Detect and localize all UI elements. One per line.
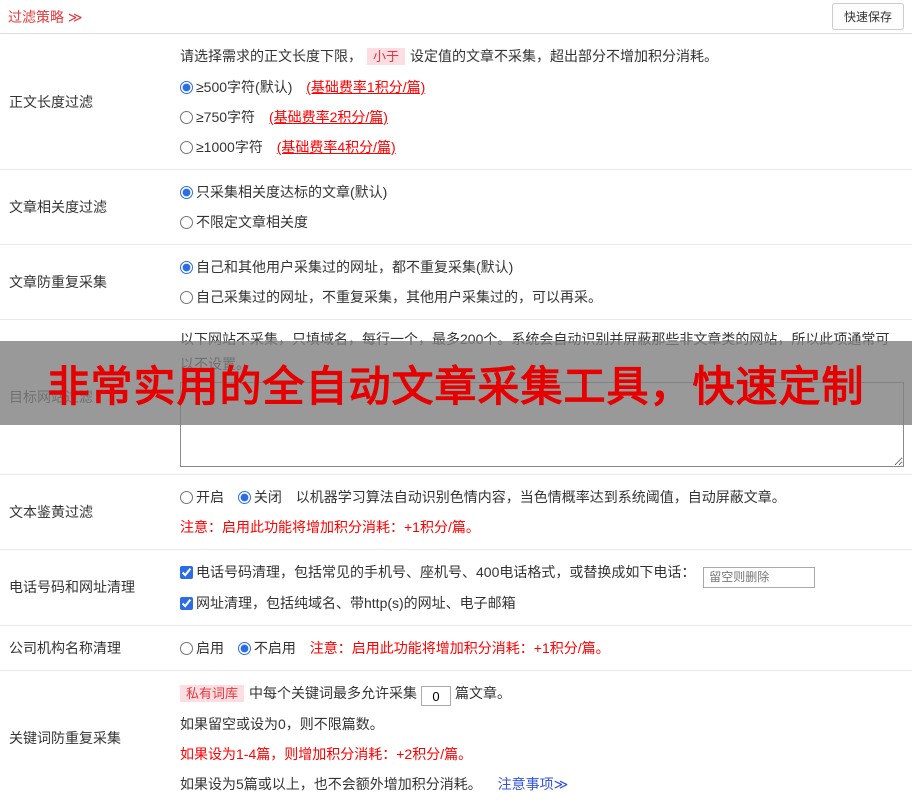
porn-filter-warning: 注意：启用此功能将增加积分消耗：+1积分/篇。 <box>180 519 480 535</box>
watermark-text: 非常实用的全自动文章采集工具，快速定制 <box>47 362 865 410</box>
url-clean-label: 网址清理，包括纯域名、带http(s)的网址、电子邮箱 <box>196 594 516 611</box>
less-than-highlight: 小于 <box>367 48 406 65</box>
relevance-option-match-label: 只采集相关度达标的文章(默认) <box>196 184 388 200</box>
notes-link[interactable]: 注意事项≫ <box>498 776 569 792</box>
page-title-text: 过滤策略 <box>8 8 64 25</box>
dedup-option-self-label: 自己采集过的网址，不重复采集，其他用户采集过的，可以再采。 <box>196 289 602 305</box>
dedup-radio-self[interactable] <box>180 291 193 304</box>
section-label-length: 正文长度过滤 <box>9 93 93 110</box>
porn-filter-description: 以机器学习算法自动识别色情内容，当色情概率达到系统阈值，自动屏蔽文章。 <box>295 489 786 505</box>
company-option-on-label: 启用 <box>196 639 224 656</box>
keyword-limit-input[interactable] <box>421 686 452 706</box>
dedup-content: 自己和其他用户采集过的网址，都不重复采集(默认) 自己采集过的网址，不重复采集，… <box>175 245 912 319</box>
length-option-1000-fee-note: (基础费率4积分/篇) <box>276 139 396 155</box>
relevance-filter-content: 只采集相关度达标的文章(默认) 不限定文章相关度 <box>175 170 912 244</box>
porn-radio-off[interactable] <box>237 491 251 504</box>
keyword-note-zero: 如果留空或设为0，则不限篇数。 <box>180 715 384 732</box>
keyword-note-5plus: 如果设为5篇或以上，也不会额外增加积分消耗。 <box>180 775 482 792</box>
company-option-off[interactable]: 不启用 <box>237 633 296 663</box>
section-label-porn: 文本鉴黄过滤 <box>9 504 93 520</box>
phone-url-content: 电话号码清理，包括常见的手机号、座机号、400电话格式，或替换成如下电话： 网址… <box>175 550 912 625</box>
page-title[interactable]: 过滤策略 ≫ <box>8 7 83 27</box>
url-clean-option[interactable]: 网址清理，包括纯域名、带http(s)的网址、电子邮箱 <box>180 588 516 618</box>
company-clean-warning: 注意：启用此功能将增加积分消耗：+1积分/篇。 <box>309 639 610 656</box>
relevance-radio-match[interactable] <box>180 186 193 199</box>
length-option-750-label: ≥750字符 <box>196 109 256 125</box>
relevance-radio-any[interactable] <box>180 216 193 229</box>
porn-radio-on[interactable] <box>180 491 193 504</box>
length-intro: 请选择需求的正文长度下限， 小于 设定值的文章不采集，超出部分不增加积分消耗。 <box>180 41 904 72</box>
section-length-filter: 正文长度过滤 请选择需求的正文长度下限， 小于 设定值的文章不采集，超出部分不增加积… <box>0 34 912 170</box>
porn-option-off[interactable]: 关闭 <box>237 482 282 512</box>
length-radio-500[interactable] <box>180 81 193 94</box>
company-radio-on[interactable] <box>180 641 193 655</box>
length-radio-1000[interactable] <box>180 141 193 154</box>
section-label-company: 公司机构名称清理 <box>9 639 121 656</box>
porn-option-off-label: 关闭 <box>253 489 282 505</box>
section-dedup-collect: 文章防重复采集 自己和其他用户采集过的网址，都不重复采集(默认) 自己采集过的网… <box>0 245 912 320</box>
section-company-clean: 公司机构名称清理 启用 不启用 注意：启用此功能将增加积分消耗：+1积分/篇。 <box>0 626 912 671</box>
length-intro-before: 请选择需求的正文长度下限， <box>180 48 362 64</box>
section-relevance-filter: 文章相关度过滤 只采集相关度达标的文章(默认) 不限定文章相关度 <box>0 170 912 245</box>
length-option-1000-label: ≥1000字符 <box>196 139 263 155</box>
dedup-option-global[interactable]: 自己和其他用户采集过的网址，都不重复采集(默认) <box>180 252 513 282</box>
company-option-on[interactable]: 启用 <box>180 633 224 663</box>
section-keyword-dedup: 关键词防重复采集 私有词库中每个关键词最多允许采集 篇文章。 如果留空或设为0，则… <box>0 671 912 806</box>
relevance-option-match[interactable]: 只采集相关度达标的文章(默认) <box>180 177 387 207</box>
dedup-option-self[interactable]: 自己采集过的网址，不重复采集，其他用户采集过的，可以再采。 <box>180 282 602 312</box>
replacement-phone-input[interactable] <box>703 566 816 588</box>
phone-clean-label: 电话号码清理，包括常见的手机号、座机号、400电话格式，或替换成如下电话： <box>196 564 696 580</box>
section-phone-url-clean: 电话号码和网址清理 电话号码清理，包括常见的手机号、座机号、400电话格式，或替… <box>0 550 912 626</box>
quick-save-button[interactable]: 快速保存 <box>831 3 904 30</box>
keyword-note-1to4: 如果设为1-4篇，则增加积分消耗：+2积分/篇。 <box>180 745 473 762</box>
phone-clean-option[interactable]: 电话号码清理，包括常见的手机号、座机号、400电话格式，或替换成如下电话： <box>180 557 695 587</box>
watermark-banner: 非常实用的全自动文章采集工具，快速定制 <box>0 341 912 425</box>
length-intro-after: 设定值的文章不采集，超出部分不增加积分消耗。 <box>410 48 719 64</box>
section-label-keyword: 关键词防重复采集 <box>9 730 121 746</box>
section-label-relevance: 文章相关度过滤 <box>9 199 107 215</box>
length-option-500-fee-note: (基础费率1积分/篇) <box>306 79 426 95</box>
section-label-dedup: 文章防重复采集 <box>9 274 107 290</box>
keyword-dedup-content: 私有词库中每个关键词最多允许采集 篇文章。 如果留空或设为0，则不限篇数。 如果设… <box>175 671 912 806</box>
section-label-phone-url: 电话号码和网址清理 <box>9 579 135 596</box>
dedup-radio-global[interactable] <box>180 261 193 274</box>
porn-filter-content: 开启 关闭 以机器学习算法自动识别色情内容，当色情概率达到系统阈值，自动屏蔽文章… <box>175 475 912 549</box>
dedup-option-global-label: 自己和其他用户采集过的网址，都不重复采集(默认) <box>196 259 514 275</box>
porn-option-on-label: 开启 <box>196 489 224 505</box>
length-radio-750[interactable] <box>180 111 193 124</box>
company-clean-content: 启用 不启用 注意：启用此功能将增加积分消耗：+1积分/篇。 <box>175 626 912 670</box>
relevance-option-any-label: 不限定文章相关度 <box>196 214 308 230</box>
length-option-500-label: ≥500字符(默认) <box>196 79 293 95</box>
keyword-limit-text: 中每个关键词最多允许采集 <box>249 684 418 701</box>
length-option-500[interactable]: ≥500字符(默认) <box>180 72 292 102</box>
keyword-limit-suffix: 篇文章。 <box>455 684 512 701</box>
length-option-1000[interactable]: ≥1000字符 <box>180 132 263 162</box>
relevance-option-any[interactable]: 不限定文章相关度 <box>180 207 308 237</box>
url-clean-checkbox[interactable] <box>180 596 193 610</box>
chevron-double-icon: ≫ <box>67 8 83 25</box>
company-option-off-label: 不启用 <box>253 639 296 656</box>
section-porn-filter: 文本鉴黄过滤 开启 关闭 以机器学习算法自动识别色情内容，当色情概率达到系统阈值… <box>0 475 912 550</box>
private-lexicon-highlight: 私有词库 <box>180 684 245 702</box>
length-filter-content: 请选择需求的正文长度下限， 小于 设定值的文章不采集，超出部分不增加积分消耗。 ≥5… <box>175 34 912 169</box>
porn-option-on[interactable]: 开启 <box>180 482 224 512</box>
company-radio-off[interactable] <box>237 641 251 655</box>
length-option-750-fee-note: (基础费率2积分/篇) <box>268 109 388 125</box>
length-option-750[interactable]: ≥750字符 <box>180 102 255 132</box>
phone-clean-checkbox[interactable] <box>180 566 193 579</box>
toolbar: 过滤策略 ≫ 快速保存 <box>0 0 912 34</box>
